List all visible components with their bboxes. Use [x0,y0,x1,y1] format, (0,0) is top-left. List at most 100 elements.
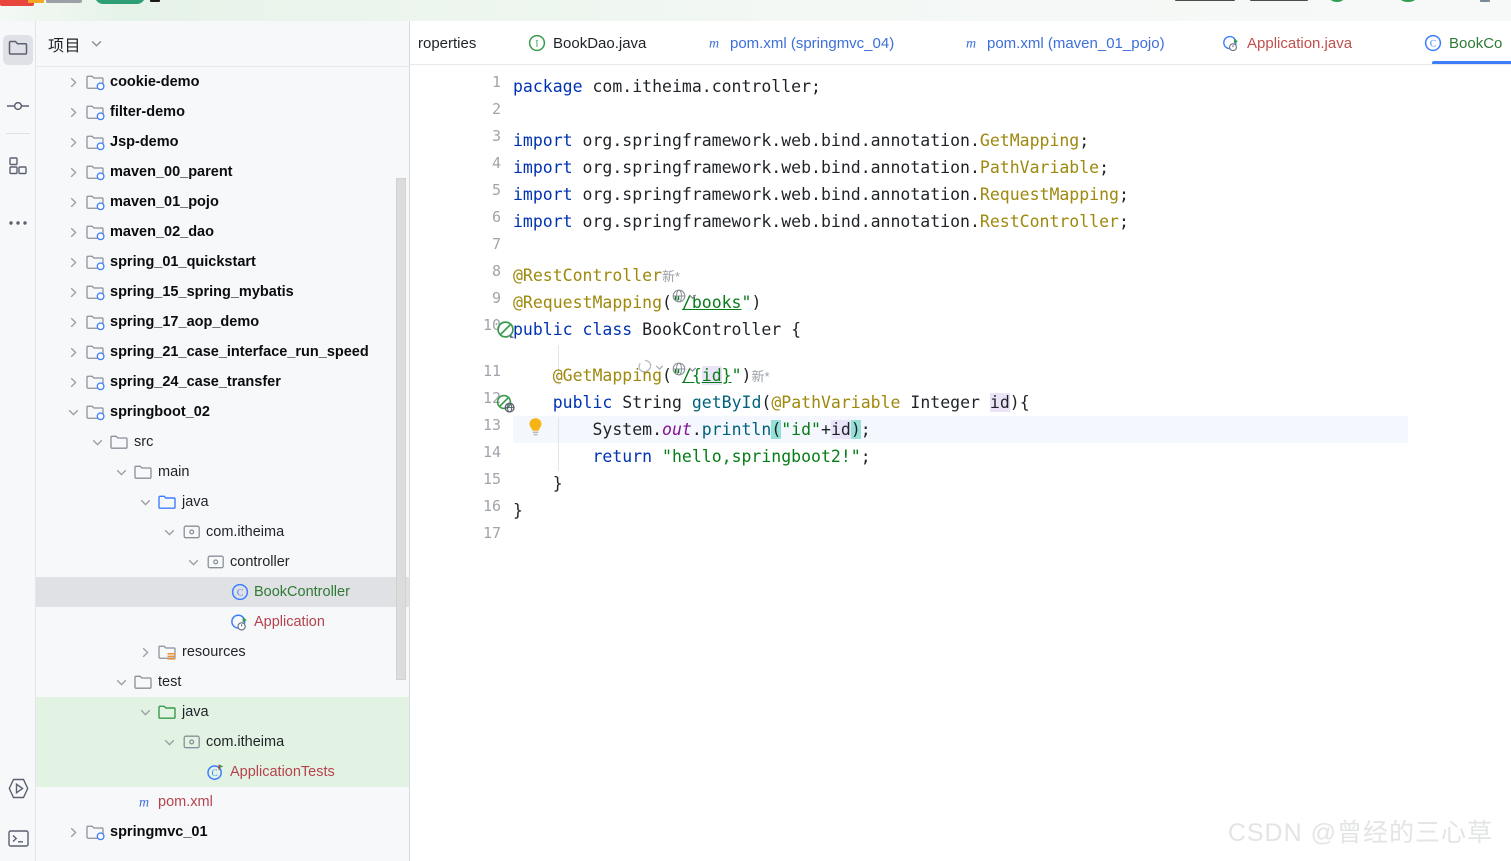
sidebar-item-commit[interactable] [3,93,33,123]
gutter-line-number: 15 [482,470,501,488]
code-text-area[interactable]: package com.itheima.controller; import o… [513,65,1511,861]
chevron-down-icon[interactable] [138,495,152,509]
module-folder-icon [86,103,105,121]
tree-row-label: spring_01_quickstart [110,254,256,270]
vcs-annotation-mark-line11: 新* [751,369,770,384]
chevron-right-icon[interactable] [66,825,80,839]
editor-tab-label: pom.xml (maven_01_pojo) [987,34,1165,52]
tree-row-application[interactable]: Application [36,607,409,637]
tree-row-java[interactable]: java [36,697,409,727]
tree-row-spring-01-quickstart[interactable]: spring_01_quickstart [36,247,409,277]
chevron-down-icon[interactable] [162,735,176,749]
tree-row-label: cookie-demo [110,74,200,90]
tree-row-resources[interactable]: resources [36,637,409,667]
tree-row-label: maven_02_dao [110,224,214,240]
tree-row-filter-demo[interactable]: filter-demo [36,97,409,127]
sidebar-item-project[interactable] [3,35,33,65]
tree-row-spring-24-case-transfer[interactable]: spring_24_case_transfer [36,367,409,397]
code-line-5: import org.springframework.web.bind.anno… [513,185,1129,204]
module-folder-icon [86,343,105,361]
tree-row-com-itheima[interactable]: com.itheima [36,727,409,757]
panel-title: 项目 [48,37,82,55]
editor-tab-pom-xml-maven-01-pojo-[interactable]: m pom.xml (maven_01_pojo) [962,21,1165,64]
tree-row-springboot-02[interactable]: springboot_02 [36,397,409,427]
editor-tab-bookdao-java[interactable]: I BookDao.java [528,21,646,64]
tree-row-label: maven_00_parent [110,164,233,180]
chevron-down-icon[interactable] [114,465,128,479]
chevron-right-icon[interactable] [138,645,152,659]
project-tree[interactable]: cookie-demo filter-demo Jsp-demo maven_00_p… [36,67,409,861]
svg-text:I: I [535,40,538,50]
sidebar-item-terminal[interactable] [3,826,33,856]
sidebar-item-run[interactable] [3,776,33,806]
tree-row-java[interactable]: java [36,487,409,517]
editor-tab-roperties[interactable]: roperties [418,21,476,64]
tree-row-bookcontroller[interactable]: C BookController [36,577,409,607]
module-folder-icon [86,823,105,841]
tree-row-maven-02-dao[interactable]: maven_02_dao [36,217,409,247]
tree-row-controller[interactable]: controller [36,547,409,577]
chevron-down-icon[interactable] [138,705,152,719]
web-endpoint-inlay-icon-2[interactable] [672,362,697,376]
spring-boot-run-class-icon [230,613,249,631]
tree-row-springmvc-01[interactable]: springmvc_01 [36,817,409,847]
project-tree-scrollbar[interactable] [396,178,406,680]
chevron-down-icon[interactable] [66,405,80,419]
chevron-right-icon[interactable] [66,105,80,119]
chevron-down-icon[interactable] [162,525,176,539]
web-endpoint-inlay-icon[interactable] [672,289,697,303]
tree-row-spring-15-spring-mybatis[interactable]: spring_15_spring_mybatis [36,277,409,307]
tree-row-src[interactable]: src [36,427,409,457]
tree-row-pom-xml[interactable]: m pom.xml [36,787,409,817]
tree-row-main[interactable]: main [36,457,409,487]
chrome-right-fragment-5 [1400,0,1416,2]
chevron-right-icon[interactable] [66,135,80,149]
code-line-14: return "hello,springboot2!"; [592,447,871,466]
chevron-right-icon[interactable] [66,345,80,359]
chevron-down-icon[interactable] [90,435,104,449]
chevron-down-icon[interactable] [114,675,128,689]
tree-row-jsp-demo[interactable]: Jsp-demo [36,127,409,157]
tree-row-label: springmvc_01 [110,824,208,840]
code-editor[interactable]: 1 2 3 4 5 6 7 8 9 10 11 12 13 14 15 16 17 [410,65,1511,861]
tree-row-test[interactable]: test [36,667,409,697]
spring-bean-inlay-row[interactable] [558,337,664,374]
request-mapping-gutter-icon[interactable] [495,393,515,413]
chevron-right-icon[interactable] [66,255,80,269]
tree-row-com-itheima[interactable]: com.itheima [36,517,409,547]
chevron-right-icon[interactable] [66,285,80,299]
tree-row-applicationtests[interactable]: C ApplicationTests [36,757,409,787]
chevron-right-icon[interactable] [66,165,80,179]
editor-tab-application-java[interactable]: Application.java [1222,21,1352,64]
tree-row-cookie-demo[interactable]: cookie-demo [36,67,409,97]
editor-tab-pom-xml-springmvc-04-[interactable]: m pom.xml (springmvc_04) [705,21,894,64]
tree-row-maven-01-pojo[interactable]: maven_01_pojo [36,187,409,217]
chevron-right-icon[interactable] [66,375,80,389]
chevron-right-icon[interactable] [66,315,80,329]
module-folder-icon [86,313,105,331]
tree-row-label: resources [182,644,246,660]
sidebar-item-structure[interactable] [3,153,33,183]
chrome-menu-fragment [46,0,82,3]
code-line-13: System.out.println("id"+id); [513,420,871,439]
tree-row-label: spring_24_case_transfer [110,374,281,390]
module-folder-icon [86,193,105,211]
tree-row-spring-17-aop-demo[interactable]: spring_17_aop_demo [36,307,409,337]
project-panel-header: 项目 [36,21,409,67]
chevron-right-icon[interactable] [66,75,80,89]
chevron-right-icon[interactable] [66,195,80,209]
editor-tab-bar[interactable]: roperties I BookDao.java m pom.xml (springmv… [410,21,1511,65]
bean-class-gutter-icon[interactable] [495,319,515,339]
chevron-down-icon[interactable] [186,555,200,569]
chevron-down-icon[interactable] [90,37,103,50]
tree-row-maven-00-parent[interactable]: maven_00_parent [36,157,409,187]
chevron-right-icon[interactable] [66,225,80,239]
editor-gutter[interactable]: 1 2 3 4 5 6 7 8 9 10 11 12 13 14 15 16 17 [410,65,513,861]
editor-tab-bookco[interactable]: C BookCo [1424,21,1511,64]
ellipsis-icon [8,213,28,231]
module-folder-icon [86,163,105,181]
tree-row-label: Jsp-demo [110,134,179,150]
more-tool-windows-button[interactable] [3,207,33,237]
code-line-12: public String getById(@PathVariable Inte… [552,393,1030,412]
tree-row-spring-21-case-interface-run-speed[interactable]: spring_21_case_interface_run_speed [36,337,409,367]
